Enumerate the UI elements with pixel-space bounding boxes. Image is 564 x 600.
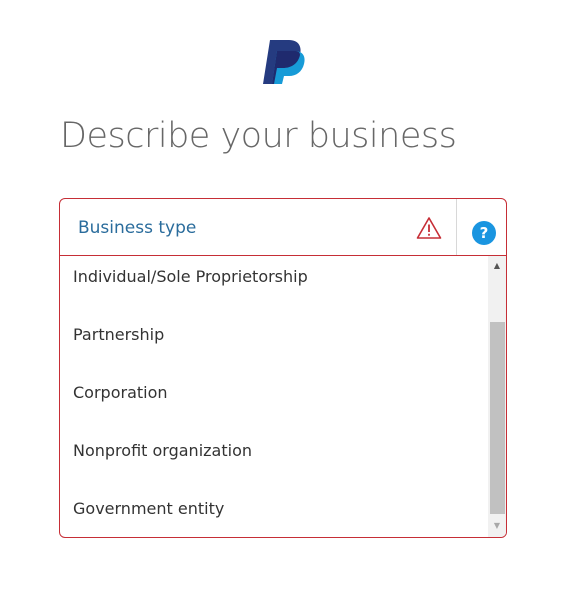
help-icon[interactable]: ? xyxy=(472,221,496,245)
header-divider xyxy=(456,199,457,255)
scroll-thumb[interactable] xyxy=(490,322,505,514)
business-type-dropdown[interactable]: Business type ? Individual/Sole Propriet… xyxy=(59,198,507,538)
page-title: Describe your business xyxy=(60,116,457,156)
option-partnership[interactable]: Partnership xyxy=(73,325,164,344)
business-type-label: Business type xyxy=(78,218,197,238)
scroll-up-arrow-icon[interactable]: ▲ xyxy=(488,258,506,274)
signup-page: Describe your business Business type ? I… xyxy=(0,0,564,600)
business-type-options: Individual/Sole Proprietorship Partnersh… xyxy=(60,256,487,537)
option-individual-sole-proprietorship[interactable]: Individual/Sole Proprietorship xyxy=(73,267,308,286)
business-type-header[interactable]: Business type ? xyxy=(60,199,506,256)
option-government-entity[interactable]: Government entity xyxy=(73,499,224,518)
option-nonprofit-organization[interactable]: Nonprofit organization xyxy=(73,441,252,460)
options-scrollbar[interactable]: ▲ ▼ xyxy=(488,256,506,537)
scroll-down-arrow-icon[interactable]: ▼ xyxy=(488,518,506,534)
warning-icon xyxy=(416,217,442,239)
option-corporation[interactable]: Corporation xyxy=(73,383,168,402)
paypal-logo-icon xyxy=(263,40,305,84)
